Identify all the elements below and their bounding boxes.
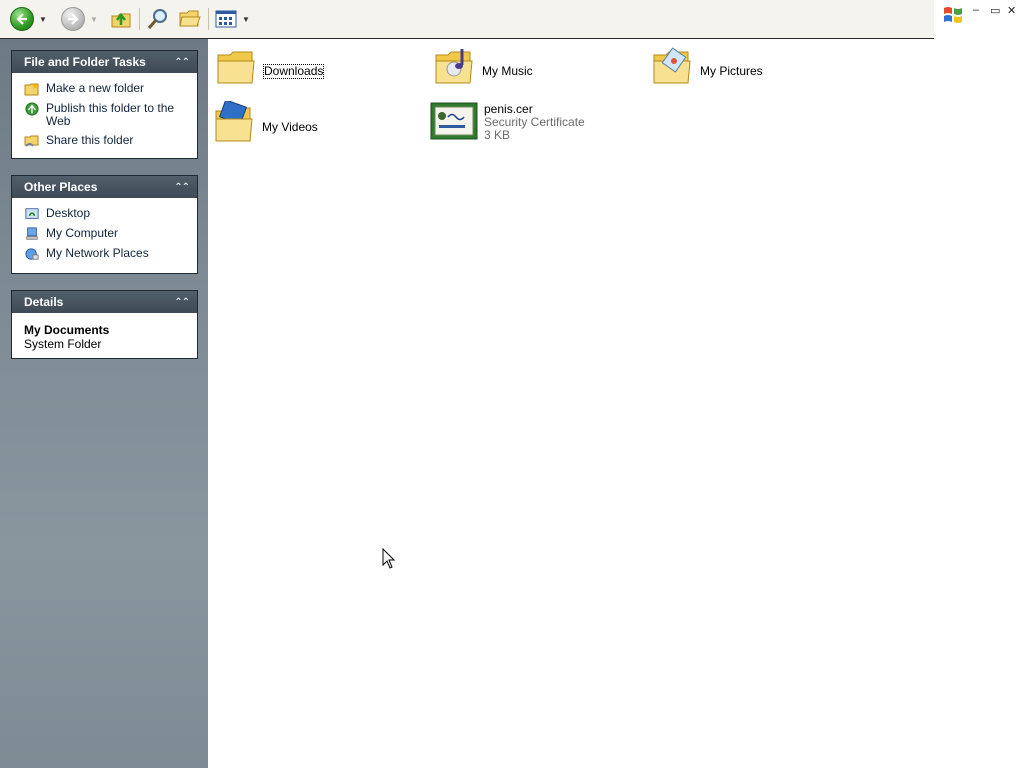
up-folder-icon: [111, 12, 131, 28]
folders-icon: [179, 10, 201, 27]
search-icon: [147, 9, 167, 29]
panel-title: File and Folder Tasks: [24, 55, 146, 69]
folders-button[interactable]: [178, 5, 202, 33]
item-label: Downloads: [262, 64, 325, 79]
other-places-panel: Other Places ⌃⌃ Desktop My Computer My N…: [11, 175, 198, 274]
panel-title: Other Places: [24, 180, 98, 194]
videos-folder-icon: [215, 101, 253, 142]
panel-header[interactable]: Other Places ⌃⌃: [12, 176, 197, 198]
item-my-music[interactable]: My Music: [432, 45, 533, 89]
toolbar: ▼ ▼ ▼: [0, 0, 934, 39]
chevron-down-icon[interactable]: ▼: [242, 15, 250, 24]
panel-header[interactable]: Details ⌃⌃: [12, 291, 197, 313]
place-label: Desktop: [46, 206, 91, 220]
publish-web-icon: [25, 102, 39, 116]
collapse-icon[interactable]: ⌃⌃: [174, 297, 190, 308]
place-my-network-places[interactable]: My Network Places: [24, 247, 187, 261]
item-label: My Music: [482, 64, 533, 78]
search-button[interactable]: [146, 5, 170, 33]
detail-type: System Folder: [24, 337, 102, 351]
task-pane: File and Folder Tasks ⌃⌃ Make a new fold…: [0, 39, 208, 768]
forward-arrow-icon: [61, 7, 85, 31]
panel-title: Details: [24, 295, 64, 309]
share-folder-icon: [24, 135, 39, 147]
item-my-videos[interactable]: My Videos: [212, 101, 318, 145]
collapse-icon[interactable]: ⌃⌃: [174, 182, 190, 193]
file-folder-tasks-panel: File and Folder Tasks ⌃⌃ Make a new fold…: [11, 50, 198, 159]
place-my-computer[interactable]: My Computer: [24, 227, 187, 241]
item-downloads[interactable]: Downloads: [214, 45, 325, 89]
collapse-icon[interactable]: ⌃⌃: [174, 57, 190, 68]
item-size: 3 KB: [484, 128, 511, 142]
item-label: My Videos: [262, 120, 318, 134]
panel-header[interactable]: File and Folder Tasks ⌃⌃: [12, 51, 197, 73]
new-folder-icon: [24, 83, 39, 96]
views-icon: [215, 10, 237, 28]
place-label: My Network Places: [46, 246, 149, 260]
task-label: Publish this folder to the Web: [46, 101, 175, 128]
restore-button[interactable]: ▭: [990, 4, 1000, 17]
mouse-cursor-icon: [382, 548, 396, 569]
task-label: Share this folder: [46, 133, 134, 147]
details-panel: Details ⌃⌃ My Documents System Folder: [11, 290, 198, 359]
music-folder-icon: [435, 49, 473, 84]
back-arrow-icon: [10, 7, 34, 31]
task-label: Make a new folder: [46, 81, 145, 95]
detail-name: My Documents: [24, 323, 110, 337]
windows-logo-icon: [944, 7, 962, 23]
task-share-folder[interactable]: Share this folder: [24, 134, 187, 148]
chevron-down-icon[interactable]: ▼: [90, 15, 98, 24]
window-controls: – ▭ ✕: [934, 0, 1024, 32]
task-make-new-folder[interactable]: Make a new folder: [24, 82, 187, 96]
place-desktop[interactable]: Desktop: [24, 207, 187, 221]
folder-icon: [217, 51, 255, 84]
views-button[interactable]: ▼: [215, 5, 250, 33]
close-button[interactable]: ✕: [1007, 4, 1016, 17]
item-certificate[interactable]: penis.cer Security Certificate 3 KB: [430, 101, 585, 142]
network-places-icon: [25, 248, 39, 260]
chevron-down-icon[interactable]: ▼: [39, 15, 47, 24]
item-label: My Pictures: [700, 64, 763, 78]
up-button[interactable]: [110, 5, 132, 33]
task-publish-to-web[interactable]: Publish this folder to the Web: [24, 102, 187, 128]
place-label: My Computer: [46, 226, 119, 240]
pictures-folder-icon: [653, 47, 691, 84]
my-computer-icon: [26, 227, 38, 240]
item-my-pictures[interactable]: My Pictures: [650, 45, 763, 89]
certificate-icon: [430, 102, 478, 140]
forward-button[interactable]: ▼: [61, 5, 98, 33]
file-view: Downloads My Music My Pictures My Videos: [208, 39, 1024, 768]
desktop-icon: [25, 208, 39, 219]
back-button[interactable]: ▼: [10, 5, 47, 33]
minimize-button[interactable]: –: [973, 4, 979, 16]
